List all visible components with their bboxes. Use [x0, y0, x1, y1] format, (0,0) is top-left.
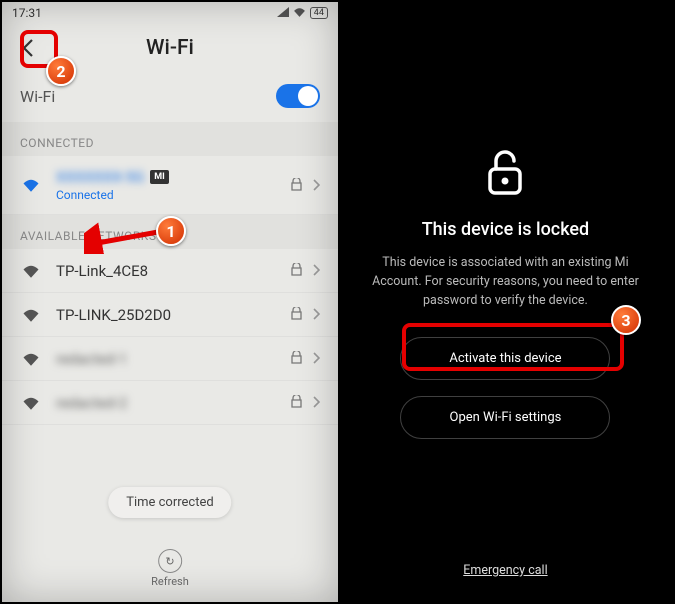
network-name: redacted-1 — [56, 350, 127, 368]
connected-network-name: XXXXXXX-5G — [56, 168, 144, 186]
header: Wi-Fi — [2, 24, 338, 74]
lock-icon — [291, 393, 302, 412]
lock-icon — [291, 176, 302, 195]
connected-status: Connected — [56, 188, 291, 202]
toast-message: Time corrected — [108, 487, 232, 518]
wifi-icon — [20, 308, 42, 322]
refresh-icon: ↻ — [158, 549, 182, 573]
refresh-button[interactable]: ↻ Refresh — [151, 549, 189, 588]
connected-section-label: CONNECTED — [2, 122, 338, 156]
lock-title: This device is locked — [422, 219, 590, 240]
refresh-label: Refresh — [151, 575, 189, 588]
status-icons: 44 — [277, 6, 328, 20]
wifi-icon — [20, 396, 42, 410]
device-locked-screen: This device is locked This device is ass… — [338, 2, 673, 602]
wifi-icon — [20, 352, 42, 366]
back-button[interactable] — [12, 32, 44, 64]
clock: 17:31 — [12, 6, 42, 20]
network-row[interactable]: TP-Link_4CE8 — [2, 249, 338, 293]
page-title: Wi-Fi — [44, 36, 296, 60]
lock-icon — [291, 305, 302, 324]
available-section-label: AVAILABLE NETWORKS — [2, 215, 338, 249]
wifi-toggle-label: Wi-Fi — [20, 87, 55, 106]
lock-icon — [291, 349, 302, 368]
network-name: redacted-2 — [56, 394, 127, 412]
status-bar: 17:31 44 — [2, 2, 338, 24]
lock-icon — [291, 261, 302, 280]
network-row[interactable]: TP-LINK_25D2D0 — [2, 293, 338, 337]
mi-badge: MI — [150, 170, 169, 184]
chevron-right-icon — [312, 305, 320, 324]
wifi-icon — [20, 178, 42, 192]
connected-network-row[interactable]: XXXXXXX-5G MI Connected — [2, 156, 338, 215]
network-row[interactable]: redacted-2 — [2, 381, 338, 425]
chevron-right-icon — [312, 393, 320, 412]
chevron-left-icon — [21, 38, 35, 58]
wifi-settings-screen: 17:31 44 Wi-Fi Wi-Fi CONNECTED XXXXXXX-5… — [2, 2, 338, 602]
network-row[interactable]: redacted-1 — [2, 337, 338, 381]
signal-icon — [277, 6, 289, 20]
chevron-right-icon — [312, 176, 320, 195]
wifi-master-row: Wi-Fi — [2, 74, 338, 122]
network-name: TP-Link_4CE8 — [56, 262, 148, 280]
emergency-call-link[interactable]: Emergency call — [463, 563, 547, 578]
open-wifi-settings-button[interactable]: Open Wi-Fi settings — [400, 396, 610, 439]
unlock-icon — [484, 149, 526, 201]
lock-body: This device is associated with an existi… — [366, 254, 645, 310]
wifi-status-icon — [293, 6, 306, 20]
wifi-icon — [20, 264, 42, 278]
chevron-right-icon — [312, 349, 320, 368]
network-name: TP-LINK_25D2D0 — [56, 306, 171, 324]
activate-device-button[interactable]: Activate this device — [400, 337, 610, 380]
battery-icon: 44 — [310, 7, 328, 19]
chevron-right-icon — [312, 261, 320, 280]
wifi-toggle[interactable] — [276, 84, 320, 108]
